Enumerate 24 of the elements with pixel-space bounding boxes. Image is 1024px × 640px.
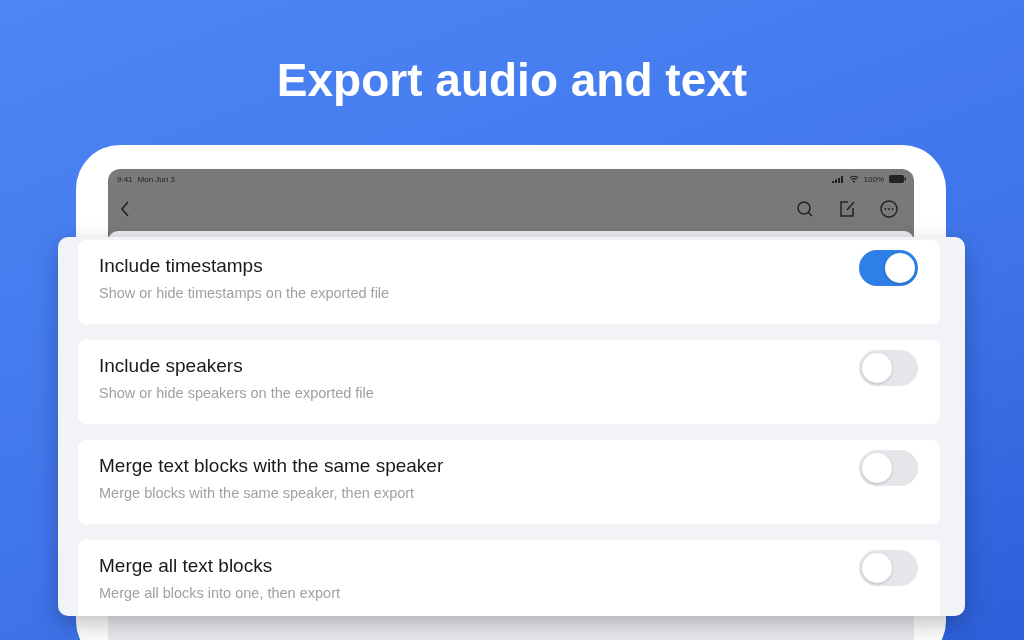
battery-icon: [889, 175, 906, 183]
setting-description: Show or hide timestamps on the exported file: [99, 285, 391, 301]
setting-title: Merge all text blocks: [99, 554, 274, 578]
toggle-switch[interactable]: [859, 450, 918, 486]
chevron-left-icon: [120, 201, 130, 217]
search-icon: [796, 200, 814, 218]
setting-description: Show or hide speakers on the exported file: [99, 385, 375, 401]
setting-title: Include timestamps: [99, 254, 264, 278]
more-icon: [879, 199, 899, 219]
status-date: Mon Jun 3: [137, 174, 175, 184]
toggle-switch[interactable]: [859, 350, 918, 386]
signal-icon: [831, 175, 844, 183]
battery-percent: 100%: [863, 174, 884, 184]
back-button[interactable]: [118, 199, 132, 219]
setting-description: Merge blocks with the same speaker, then export: [99, 485, 416, 501]
status-time: 9:41: [117, 174, 133, 184]
wifi-icon: [848, 175, 859, 183]
setting-title: Merge text blocks with the same speaker: [99, 454, 445, 478]
toggle-switch[interactable]: [859, 550, 918, 586]
pencil-square-icon: [838, 200, 856, 218]
setting-title: Include speakers: [99, 354, 244, 378]
headline: Export audio and text: [275, 53, 749, 108]
setting-description: Merge all blocks into one, then export: [99, 585, 341, 601]
toggle-switch[interactable]: [859, 250, 918, 286]
